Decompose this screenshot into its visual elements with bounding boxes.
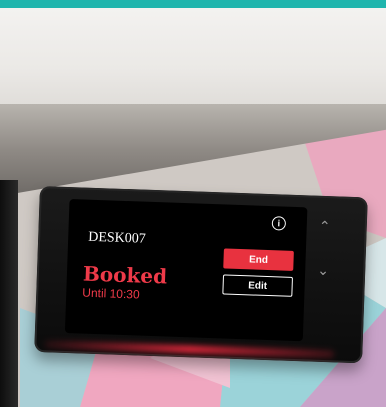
info-icon[interactable]: i: [271, 216, 287, 231]
chevron-down-icon[interactable]: ⌄: [317, 262, 329, 279]
desk-booking-device: DESK007 i End Edit Booked Until 10:30 ⌃ …: [34, 186, 368, 367]
booking-status: Booked: [82, 261, 168, 289]
top-accent-bar: [0, 0, 386, 8]
desk-surface: [0, 8, 386, 118]
desk-leg: [0, 180, 18, 407]
chevron-up-icon[interactable]: ⌃: [318, 218, 331, 235]
booking-until: Until 10:30: [82, 285, 140, 302]
edit-button[interactable]: Edit: [222, 274, 293, 297]
desk-id: DESK007: [87, 229, 147, 247]
end-button[interactable]: End: [223, 248, 294, 271]
device-screen: DESK007 i End Edit Booked Until 10:30: [64, 199, 308, 342]
